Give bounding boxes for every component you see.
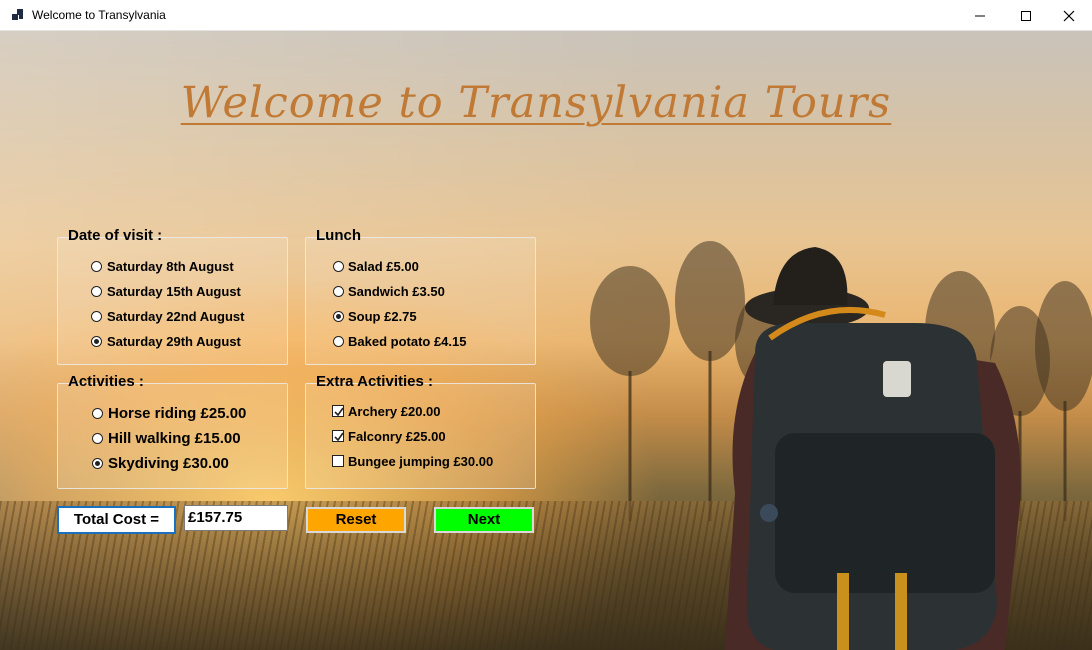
radio-button[interactable] <box>333 261 344 272</box>
total-cost-label: Total Cost = <box>57 506 176 534</box>
maximize-button[interactable] <box>1003 0 1049 30</box>
radio-button-selected[interactable] <box>91 336 102 347</box>
window-titlebar: Welcome to Transylvania <box>0 0 1092 31</box>
reset-button[interactable]: Reset <box>306 507 406 533</box>
date-of-visit-group: Date of visit : Saturday 8th August Satu… <box>57 227 288 365</box>
window-title: Welcome to Transylvania <box>32 8 166 22</box>
activities-group: Activities : Horse riding £25.00 Hill wa… <box>57 373 288 489</box>
lunch-legend: Lunch <box>316 227 361 244</box>
extra-activities-legend: Extra Activities : <box>316 373 433 390</box>
next-button[interactable]: Next <box>434 507 534 533</box>
radio-button[interactable] <box>91 286 102 297</box>
radio-button[interactable] <box>333 336 344 347</box>
minimize-icon <box>975 15 985 17</box>
checkbox-checked[interactable] <box>332 430 344 442</box>
hiker-image <box>725 247 1021 650</box>
date-of-visit-legend: Date of visit : <box>68 227 163 244</box>
radio-button[interactable] <box>91 311 102 322</box>
radio-button[interactable] <box>91 261 102 272</box>
checkmark-icon <box>334 407 344 417</box>
activities-legend: Activities : <box>68 373 144 390</box>
radio-button[interactable] <box>92 433 103 444</box>
close-icon <box>1063 10 1075 22</box>
form-background: Welcome to Transylvania Tours Date of vi… <box>0 31 1092 650</box>
app-icon <box>12 9 24 21</box>
checkmark-icon <box>334 432 344 442</box>
radio-button[interactable] <box>333 286 344 297</box>
checkbox-checked[interactable] <box>332 405 344 417</box>
checkbox[interactable] <box>332 455 344 467</box>
radio-button[interactable] <box>92 408 103 419</box>
total-cost-field[interactable]: £157.75 <box>184 505 288 531</box>
minimize-button[interactable] <box>957 0 1003 30</box>
radio-button-selected[interactable] <box>92 458 103 469</box>
maximize-icon <box>1021 11 1031 21</box>
extra-activities-group: Extra Activities : Archery £20.00 Falcon… <box>305 373 536 489</box>
close-button[interactable] <box>1046 0 1092 30</box>
lunch-group: Lunch Salad £5.00 Sandwich £3.50 Soup £2… <box>305 227 536 365</box>
page-heading: Welcome to Transylvania Tours <box>180 78 892 128</box>
radio-button-selected[interactable] <box>333 311 344 322</box>
